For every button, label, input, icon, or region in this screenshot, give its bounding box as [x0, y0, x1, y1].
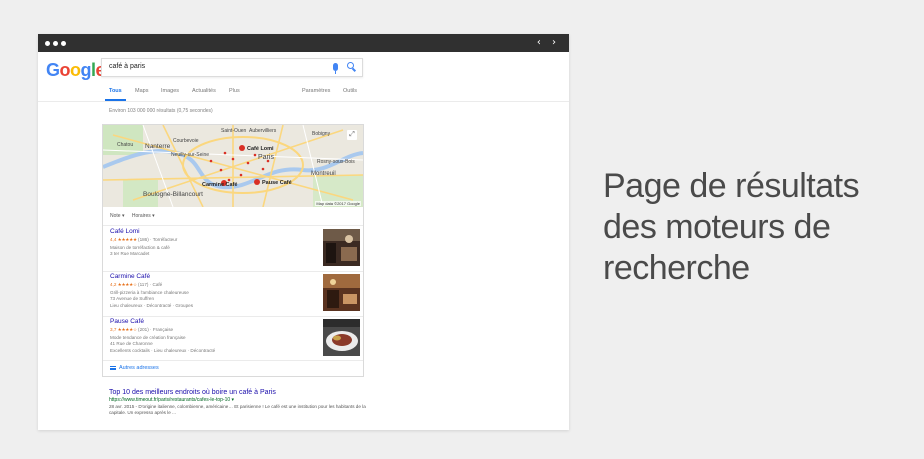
map-label: Courbevoie	[173, 138, 199, 144]
expand-icon[interactable]: ⤢	[347, 130, 357, 140]
window-controls	[45, 41, 66, 46]
google-header: Google café à paris Tous Maps Images Act…	[38, 52, 569, 102]
map[interactable]: Saint-Ouen Aubervilliers Bobigny Chatou …	[103, 125, 363, 207]
caption-line: Page de résultats	[603, 167, 860, 205]
caption: Page de résultats des moteurs de recherc…	[603, 166, 903, 289]
place-category: Torréfacteur	[152, 237, 178, 242]
map-label: Montreuil	[311, 171, 336, 177]
star-rating-icon: ★★★★★	[117, 238, 137, 243]
rating-value: 3,7	[110, 327, 117, 332]
organic-result: Top 10 des meilleurs endroits où boire u…	[109, 389, 369, 416]
result-stats: Environ 103 000 000 résultats (0,75 seco…	[109, 108, 213, 114]
browser-window: ‹ › Google café à paris Tous Maps Images…	[38, 34, 569, 430]
map-label: Neuilly-sur-Seine	[171, 152, 209, 158]
list-icon	[110, 365, 116, 370]
tab-maps[interactable]: Maps	[135, 88, 148, 94]
more-places-label: Autres adresses	[119, 365, 159, 371]
search-tabs: Tous Maps Images Actualités Plus Paramèt…	[38, 88, 569, 102]
filter-note[interactable]: Note ▾	[110, 213, 124, 219]
microphone-icon[interactable]	[333, 63, 338, 74]
result-snippet: 28 avr. 2015 - D'origine italienne, colo…	[109, 404, 366, 415]
review-count: (117)	[138, 282, 149, 287]
photo-graphic	[323, 274, 360, 311]
map-filters: Note ▾ Horaires ▾	[110, 213, 161, 219]
tab-tous[interactable]: Tous	[105, 88, 126, 101]
map-pin-label: Carmine Café	[202, 182, 237, 188]
photo-graphic	[323, 319, 360, 356]
logo-letter: g	[80, 60, 92, 80]
local-pack: Saint-Ouen Aubervilliers Bobigny Chatou …	[102, 124, 364, 377]
place-card-carmine-cafe[interactable]: Carmine Café 4,2 ★★★★☆ (117) · Café Gril…	[110, 273, 360, 315]
review-count: (201)	[138, 327, 149, 332]
filter-horaires[interactable]: Horaires ▾	[132, 213, 155, 219]
browser-titlebar: ‹ ›	[38, 34, 569, 52]
logo-letter: o	[59, 60, 71, 80]
place-category: Française	[152, 327, 174, 332]
logo-letter: G	[46, 60, 60, 80]
star-rating-icon: ★★★★☆	[117, 328, 137, 333]
photo-graphic	[323, 229, 360, 266]
review-count: (186)	[138, 237, 149, 242]
logo-letter: o	[70, 60, 81, 80]
tab-images[interactable]: Images	[161, 88, 179, 94]
divider	[103, 360, 363, 361]
place-photo[interactable]	[323, 319, 360, 356]
map-credit: Map data ©2017 Google	[315, 201, 361, 206]
map-label: Chatou	[117, 142, 133, 148]
map-graphic: Saint-Ouen Aubervilliers Bobigny Chatou …	[103, 125, 363, 207]
place-photo[interactable]	[323, 229, 360, 266]
place-card-cafe-lomi[interactable]: Café Lomi 4,4 ★★★★★ (186) · Torréfacteur…	[110, 228, 360, 270]
map-label: Boulogne-Billancourt	[143, 191, 203, 198]
map-pin-icon[interactable]	[239, 145, 245, 151]
map-pin-label: Café Lomi	[247, 146, 274, 152]
caption-line: des moteurs de	[603, 208, 831, 246]
search-box[interactable]: café à paris	[101, 58, 363, 77]
place-category: Café	[152, 282, 163, 287]
place-card-pause-cafe[interactable]: Pause Café 3,7 ★★★★☆ (201) · Française M…	[110, 318, 360, 360]
map-label: Rosny-sous-Bois	[317, 159, 355, 165]
caption-line: recherche	[603, 249, 750, 287]
rating-value: 4,4	[110, 237, 117, 242]
tab-parametres[interactable]: Paramètres	[302, 88, 330, 94]
rating-value: 4,2	[110, 282, 117, 287]
map-label: Aubervilliers	[249, 128, 277, 134]
tab-plus[interactable]: Plus	[229, 88, 240, 94]
divider	[103, 271, 363, 272]
more-places-link[interactable]: Autres adresses	[110, 365, 159, 371]
place-photo[interactable]	[323, 274, 360, 311]
window-dot[interactable]	[61, 41, 66, 46]
search-icon[interactable]	[347, 62, 354, 69]
result-title[interactable]: Top 10 des meilleurs endroits où boire u…	[109, 389, 369, 396]
nav-arrows[interactable]: ‹ ›	[537, 37, 560, 48]
map-pin-label: Pause Café	[262, 180, 292, 186]
star-rating-icon: ★★★★☆	[117, 283, 137, 288]
map-label: Paris	[258, 154, 274, 161]
tab-outils[interactable]: Outils	[343, 88, 357, 94]
google-logo[interactable]: Google	[46, 60, 106, 81]
divider	[103, 225, 363, 226]
tab-actualites[interactable]: Actualités	[192, 88, 216, 94]
map-label: Nanterre	[145, 143, 171, 150]
result-url[interactable]: https://www.timeout.fr/paris/restaurants…	[109, 397, 369, 403]
window-dot[interactable]	[45, 41, 50, 46]
divider	[103, 316, 363, 317]
map-pin-icon[interactable]	[254, 179, 260, 185]
search-query[interactable]: café à paris	[109, 63, 145, 70]
map-label: Bobigny	[312, 131, 331, 137]
map-label: Saint-Ouen	[221, 128, 247, 134]
window-dot[interactable]	[53, 41, 58, 46]
